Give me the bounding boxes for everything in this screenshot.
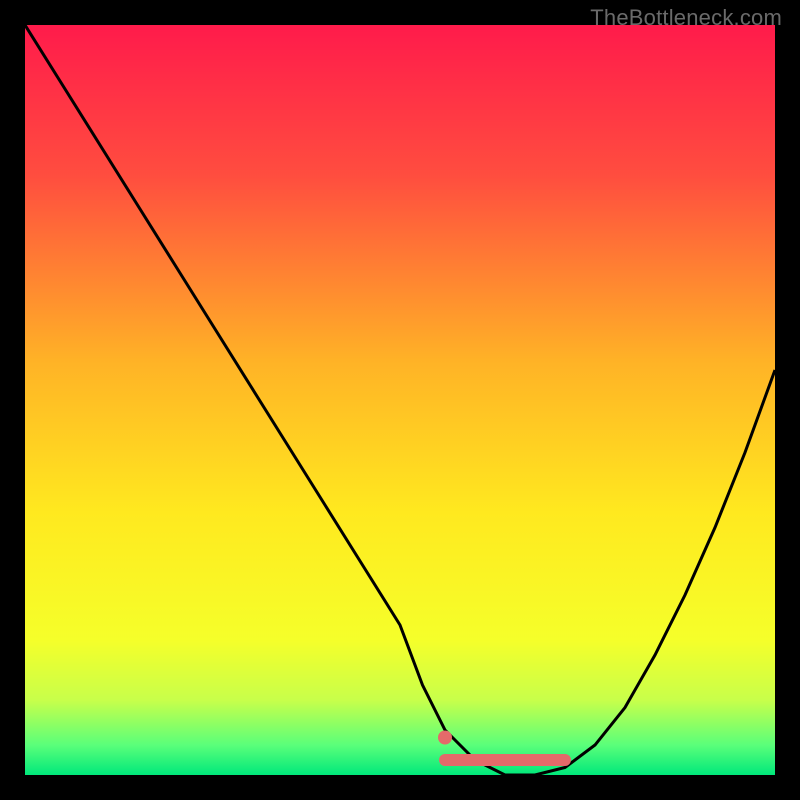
selection-marker xyxy=(438,731,452,745)
plot-area xyxy=(25,25,775,775)
chart-container: TheBottleneck.com xyxy=(0,0,800,800)
curve-layer xyxy=(25,25,775,775)
bottleneck-curve xyxy=(25,25,775,775)
watermark-text: TheBottleneck.com xyxy=(590,5,782,31)
